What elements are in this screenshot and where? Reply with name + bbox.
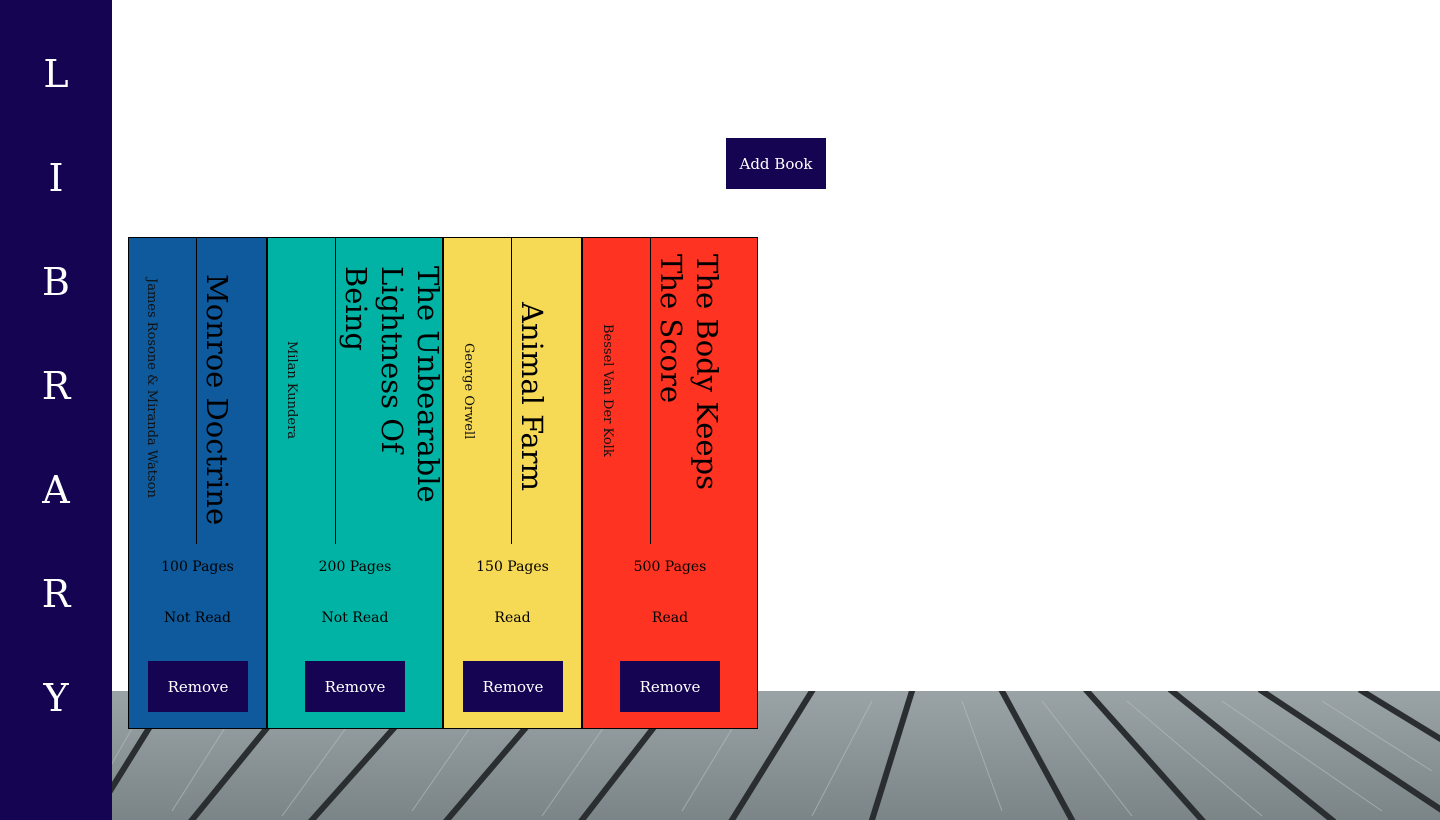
book-pages: 500 Pages (633, 559, 707, 575)
book-title: The Body Keeps The Score (654, 254, 724, 490)
spine-divider (196, 238, 197, 544)
book-title: Animal Farm (515, 302, 549, 491)
book-author: James Rosone & Miranda Watson (144, 278, 159, 498)
book-title: Monroe Doctrine (200, 274, 234, 526)
spine-divider (335, 238, 336, 544)
book-author: George Orwell (461, 343, 476, 440)
remove-book-button[interactable]: Remove (148, 661, 248, 712)
book-card: James Rosone & Miranda Watson Monroe Doc… (128, 237, 267, 729)
add-book-button[interactable]: Add Book (726, 138, 826, 189)
spine-divider (511, 238, 512, 544)
sidebar-letter-r2: R (41, 572, 71, 616)
sidebar-letter-i: I (48, 156, 64, 200)
book-author: Bessel Van Der Kolk (600, 324, 615, 457)
book-read-status[interactable]: Read (583, 610, 757, 626)
remove-book-button[interactable]: Remove (620, 661, 720, 712)
remove-book-button[interactable]: Remove (463, 661, 563, 712)
book-pages: 100 Pages (161, 559, 234, 575)
sidebar-letter-y: Y (43, 676, 69, 720)
sidebar-letter-r: R (41, 364, 71, 408)
book-read-status[interactable]: Not Read (268, 610, 442, 626)
sidebar-letter-l: L (43, 52, 69, 96)
remove-book-button[interactable]: Remove (305, 661, 405, 712)
book-pages: 150 Pages (476, 559, 549, 575)
book-read-status[interactable]: Not Read (129, 610, 266, 626)
book-card: George Orwell Animal Farm 150 Pages Read… (443, 237, 582, 729)
book-author: Milan Kundera (284, 341, 299, 440)
book-card: Milan Kundera The Unbearable Lightness O… (267, 237, 443, 729)
book-pages: 200 Pages (318, 559, 392, 575)
spine-divider (650, 238, 651, 544)
book-read-status[interactable]: Read (444, 610, 581, 626)
book-card: Bessel Van Der Kolk The Body Keeps The S… (582, 237, 758, 729)
sidebar-letter-a: A (42, 468, 70, 512)
sidebar: L I B R A R Y (0, 0, 112, 820)
book-title: The Unbearable Lightness Of Being (339, 266, 443, 503)
sidebar-letter-b: B (42, 260, 70, 304)
